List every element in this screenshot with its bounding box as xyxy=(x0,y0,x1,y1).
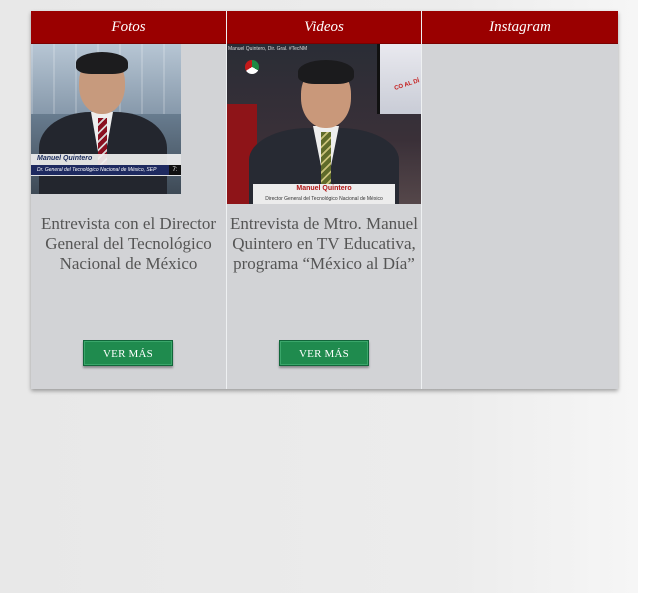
lower-third-time: 7: xyxy=(169,165,181,175)
tab-instagram[interactable]: Instagram xyxy=(422,11,618,44)
person-hair xyxy=(76,52,128,74)
channel-logo-icon xyxy=(245,60,259,74)
videos-thumbnail[interactable]: CO AL DÍ Manuel Quintero, Dir. Gral. #Te… xyxy=(227,44,422,204)
fotos-column: Fotos Manuel Quintero Dr. General del Te… xyxy=(31,11,226,389)
lower-third-title: Director General del Tecnológico Naciona… xyxy=(265,196,383,202)
videos-ver-mas-button[interactable]: VER MÁS xyxy=(279,340,369,366)
video-caption: Manuel Quintero, Dir. Gral. #TecNM xyxy=(228,46,308,52)
lower-third-title: Dr. General del Tecnológico Nacional de … xyxy=(31,165,181,175)
fotos-ver-mas-button[interactable]: VER MÁS xyxy=(83,340,173,366)
lower-third-name: Manuel Quintero xyxy=(37,155,93,162)
person-hair xyxy=(298,60,354,84)
fotos-thumbnail[interactable]: Manuel Quintero Dr. General del Tecnológ… xyxy=(31,44,181,194)
videos-description: Entrevista de Mtro. Manuel Quintero en T… xyxy=(230,214,418,273)
person-tie xyxy=(321,132,331,184)
tab-videos[interactable]: Videos xyxy=(227,11,421,44)
media-widget: Fotos Manuel Quintero Dr. General del Te… xyxy=(31,11,618,389)
lower-third-name: Manuel Quintero xyxy=(296,185,352,192)
fotos-description: Entrevista con el Director General del T… xyxy=(40,214,217,273)
videos-column: Videos CO AL DÍ Manuel Quintero, Dir. Gr… xyxy=(226,11,422,389)
instagram-column: Instagram xyxy=(421,11,618,389)
tab-fotos[interactable]: Fotos xyxy=(31,11,226,44)
